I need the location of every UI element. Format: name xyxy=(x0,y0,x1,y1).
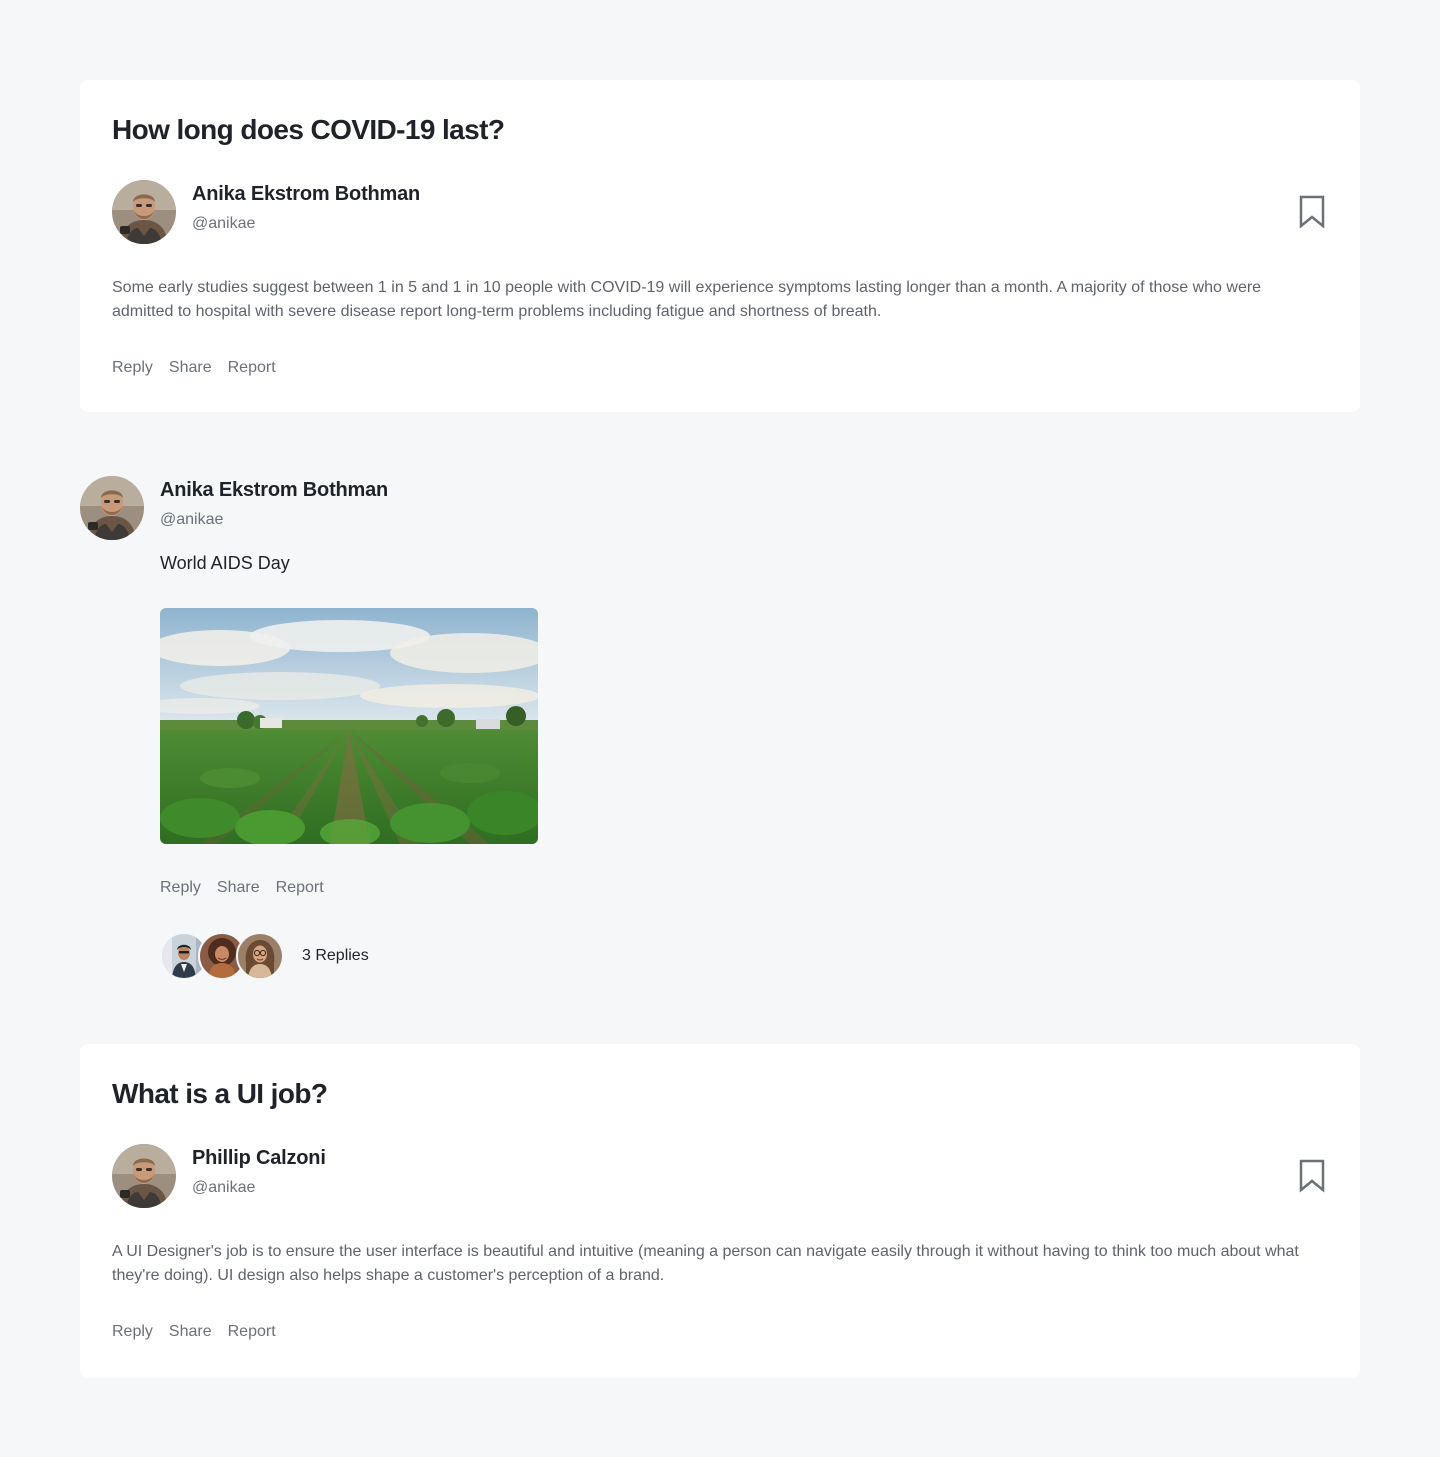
author-handle: @anikae xyxy=(192,215,256,232)
avatar[interactable] xyxy=(112,180,176,244)
action-bar: Reply Share Report xyxy=(112,1320,276,1344)
avatar[interactable] xyxy=(80,476,144,540)
action-bar: Reply Share Report xyxy=(112,356,276,380)
author-handle: @anikae xyxy=(160,511,224,528)
question-body: A UI Designer's job is to ensure the use… xyxy=(112,1243,1299,1284)
author-name[interactable]: Anika Ekstrom Bothman xyxy=(160,476,388,504)
author-handle: @anikae xyxy=(192,1179,256,1196)
reply-button[interactable]: Reply xyxy=(112,1320,153,1344)
post-image[interactable] xyxy=(160,608,538,844)
question-title[interactable]: What is a UI job? xyxy=(112,1076,328,1112)
report-button[interactable]: Report xyxy=(228,356,276,380)
post-text: World AIDS Day xyxy=(160,553,290,573)
action-bar: Reply Share Report xyxy=(160,876,324,900)
share-button[interactable]: Share xyxy=(217,876,260,900)
question-card: How long does COVID-19 last? Anika Ekstr… xyxy=(80,80,1360,412)
replies-count[interactable]: 3 Replies xyxy=(302,947,369,965)
reply-button[interactable]: Reply xyxy=(160,876,201,900)
report-button[interactable]: Report xyxy=(276,876,324,900)
bookmark-icon[interactable] xyxy=(1296,194,1328,230)
question-title[interactable]: How long does COVID-19 last? xyxy=(112,112,505,148)
avatar xyxy=(236,932,284,980)
bookmark-icon[interactable] xyxy=(1296,1158,1328,1194)
report-button[interactable]: Report xyxy=(228,1320,276,1344)
question-body: Some early studies suggest between 1 in … xyxy=(112,279,1262,320)
share-button[interactable]: Share xyxy=(169,356,212,380)
reply-button[interactable]: Reply xyxy=(112,356,153,380)
author-name[interactable]: Anika Ekstrom Bothman xyxy=(192,180,420,208)
replies-summary[interactable]: 3 Replies xyxy=(160,932,369,980)
author-name[interactable]: Phillip Calzoni xyxy=(192,1144,326,1172)
question-card: What is a UI job? Phillip Calzoni @anika… xyxy=(80,1044,1360,1378)
avatar[interactable] xyxy=(112,1144,176,1208)
share-button[interactable]: Share xyxy=(169,1320,212,1344)
